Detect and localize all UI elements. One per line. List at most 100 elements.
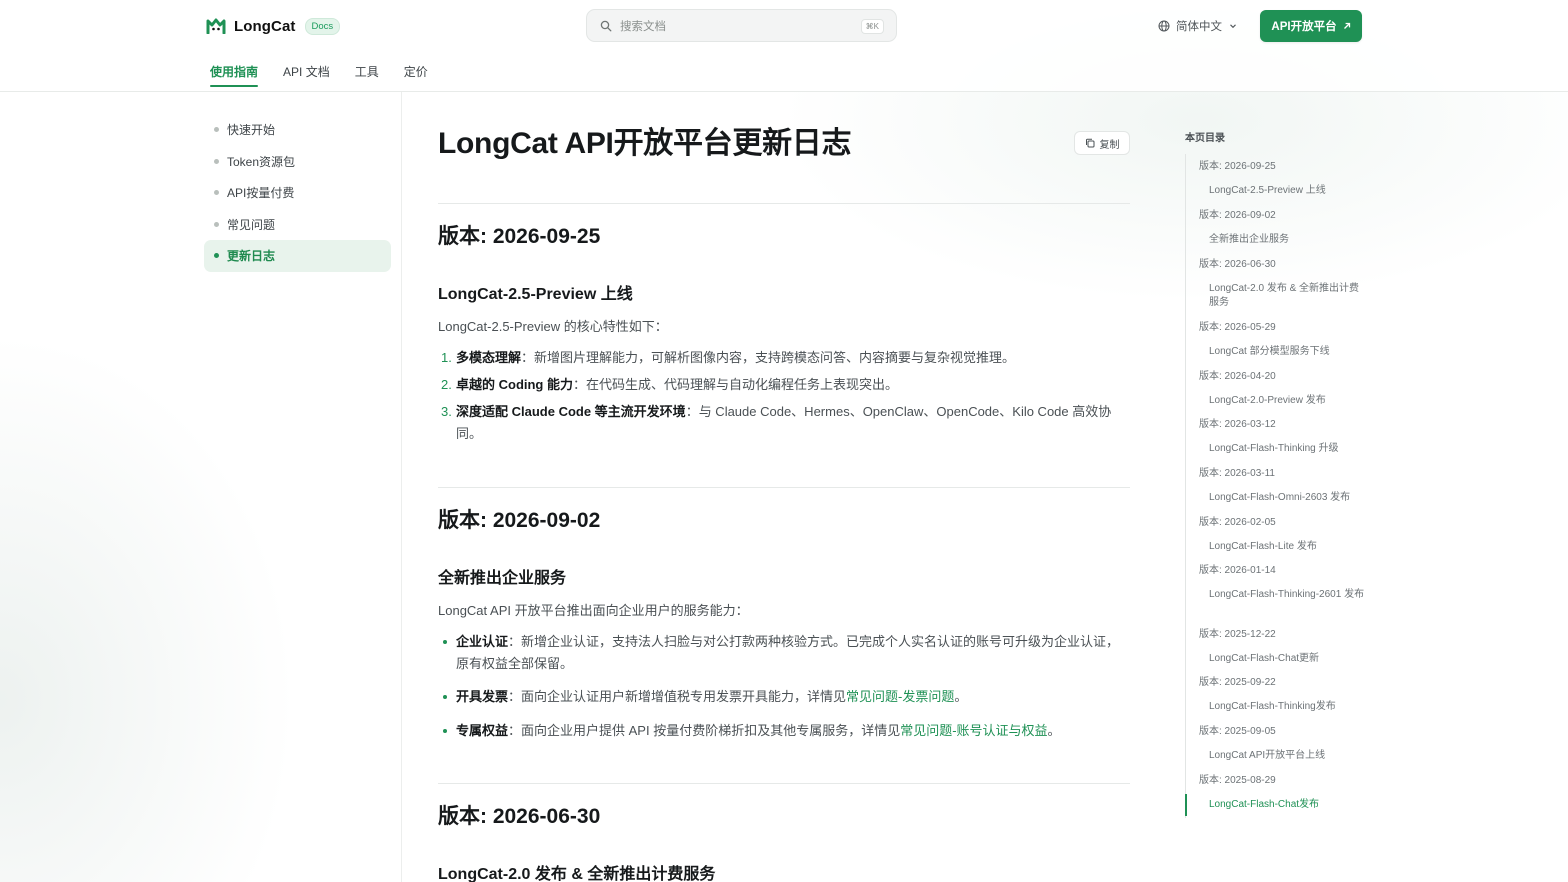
- search-shortcut: ⌘K: [860, 19, 884, 34]
- toc-title: 本页目录: [1185, 133, 1225, 144]
- release-heading: LongCat-2.5-Preview 上线: [438, 286, 633, 303]
- feature-desc: ：面向企业认证用户新增增值税专用发票开具能力，详情见: [508, 689, 847, 704]
- page-title: LongCat API开放平台更新日志: [438, 127, 852, 160]
- api-platform-label: API开放平台: [1271, 21, 1337, 33]
- sidebar-item-token-pack[interactable]: Token资源包: [204, 146, 391, 178]
- feature-name: 卓越的 Coding 能力: [456, 377, 573, 392]
- chevron-down-icon: [1230, 24, 1236, 29]
- toc-item-release[interactable]: LongCat-Flash-Thinking 升级: [1209, 442, 1366, 456]
- search-placeholder: 搜索文档: [620, 20, 666, 33]
- bullet-dot: [443, 640, 447, 644]
- feature-desc: ：新增企业认证，支持法人扫脸与对公打款两种核验方式。已完成个人实名认证的账号可升…: [456, 634, 1120, 671]
- sidebar-item-label: API按量付费: [227, 186, 295, 201]
- toc-item-version[interactable]: 版本: 2026-05-29: [1199, 321, 1366, 335]
- tab-pricing[interactable]: 定价: [404, 63, 428, 87]
- toc-item-release[interactable]: LongCat 部分模型服务下线: [1209, 345, 1366, 359]
- divider: [438, 487, 1130, 488]
- sidebar-item-quick-start[interactable]: 快速开始: [204, 114, 391, 146]
- divider: [438, 203, 1130, 204]
- logo-text: LongCat: [234, 17, 296, 35]
- faq-account-link[interactable]: 常见问题-账号认证与权益: [900, 723, 1047, 738]
- toc-item-version[interactable]: 版本: 2026-04-20: [1199, 370, 1366, 384]
- toc-item-release[interactable]: LongCat-2.5-Preview 上线: [1209, 184, 1366, 198]
- sidebar-item-label: Token资源包: [227, 154, 296, 169]
- feature-desc: ：面向企业用户提供 API 按量付费阶梯折扣及其他专属服务，详情见: [508, 723, 901, 738]
- left-sidebar: 快速开始 Token资源包 API按量付费 常见问题 更新日志: [204, 114, 391, 272]
- sentence-end: 。: [1047, 723, 1061, 738]
- sidebar-divider: [401, 92, 402, 882]
- toc-item-release[interactable]: LongCat-2.0-Preview 发布: [1209, 394, 1366, 408]
- toc-item-release[interactable]: 全新推出企业服务: [1209, 233, 1366, 247]
- table-of-contents: 版本: 2026-09-25 LongCat-2.5-Preview 上线版本: …: [1185, 154, 1365, 818]
- toc-item-version[interactable]: 版本: 2025-09-22: [1199, 676, 1366, 690]
- version-heading: 版本: 2026-06-30: [438, 805, 601, 828]
- release-intro: LongCat API 开放平台推出面向企业用户的服务能力：: [438, 603, 749, 618]
- toc-item-version[interactable]: 版本: 2025-08-29: [1199, 774, 1366, 788]
- toc-item-release[interactable]: LongCat-Flash-Chat发布: [1209, 798, 1366, 812]
- bullet-dot: [214, 127, 219, 133]
- language-label: 简体中文: [1176, 21, 1222, 33]
- feature-name: 多模态理解: [456, 350, 522, 365]
- toc-item-version[interactable]: 版本: 2026-03-12: [1199, 418, 1366, 432]
- api-platform-button[interactable]: API开放平台: [1260, 10, 1362, 42]
- sidebar-item-label: 更新日志: [227, 249, 276, 264]
- search-icon: [600, 20, 612, 31]
- feature-name: 专属权益: [456, 723, 509, 738]
- toc-item-release[interactable]: LongCat-2.0 发布 & 全新推出计费服务: [1209, 282, 1366, 310]
- logo[interactable]: LongCat Docs: [206, 16, 341, 36]
- toc-item-version[interactable]: 版本: 2026-03-11: [1199, 467, 1366, 481]
- toc-item-version[interactable]: 版本: 2026-09-25: [1199, 160, 1366, 174]
- toc-item-version[interactable]: 版本: 2026-06-30: [1199, 258, 1366, 272]
- copy-icon: [1085, 138, 1094, 148]
- sidebar-item-pay-as-you-go[interactable]: API按量付费: [204, 177, 391, 209]
- sidebar-item-label: 快速开始: [227, 123, 276, 138]
- tab-guide[interactable]: 使用指南: [210, 63, 259, 87]
- release-intro: LongCat-2.5-Preview 的核心特性如下：: [438, 319, 668, 334]
- bullet-dot: [443, 729, 447, 733]
- search-input[interactable]: 搜索文档 ⌘K: [586, 9, 897, 42]
- list-item: 企业认证：新增企业认证，支持法人扫脸与对公打款两种核验方式。已完成个人实名认证的…: [438, 631, 1130, 675]
- list-item: 2. 卓越的 Coding 能力：在代码生成、代码理解与自动化编程任务上表现突出…: [438, 374, 1130, 396]
- list-number: 3.: [441, 404, 452, 419]
- top-header: LongCat Docs 搜索文档 ⌘K 简体中文 API开放平台 使用指南 A…: [0, 0, 1568, 92]
- faq-invoice-link[interactable]: 常见问题-发票问题: [846, 689, 954, 704]
- list-number: 2.: [441, 377, 452, 392]
- copy-label: 复制: [1099, 139, 1120, 151]
- bullet-dot: [214, 221, 219, 227]
- longcat-logo-icon: [206, 18, 226, 34]
- toc-item-version[interactable]: 版本: 2026-01-14: [1199, 564, 1366, 578]
- version-heading: 版本: 2026-09-25: [438, 225, 601, 248]
- sidebar-item-faq[interactable]: 常见问题: [204, 209, 391, 241]
- toc-item-release[interactable]: LongCat-Flash-Thinking发布: [1209, 700, 1366, 714]
- sidebar-item-changelog[interactable]: 更新日志: [204, 240, 391, 272]
- toc-item-release[interactable]: LongCat-Flash-Omni-2603 发布: [1209, 491, 1366, 505]
- bullet-dot: [214, 190, 219, 196]
- list-item: 专属权益：面向企业用户提供 API 按量付费阶梯折扣及其他专属服务，详情见常见问…: [438, 720, 1130, 742]
- language-selector[interactable]: 简体中文: [1158, 18, 1237, 34]
- feature-name: 开具发票: [456, 689, 509, 704]
- feature-name: 深度适配 Claude Code 等主流开发环境: [456, 404, 686, 419]
- release-heading: 全新推出企业服务: [438, 570, 567, 587]
- copy-button[interactable]: 复制: [1074, 131, 1130, 155]
- external-link-icon: [1343, 22, 1350, 29]
- list-number: 1.: [441, 350, 452, 365]
- top-tabs: 使用指南 API 文档 工具 定价: [210, 63, 453, 87]
- toc-item-version[interactable]: 版本: 2026-09-02: [1199, 209, 1366, 223]
- sentence-end: 。: [954, 689, 968, 704]
- toc-item-version[interactable]: 版本: 2026-02-05: [1199, 516, 1366, 530]
- list-item: 开具发票：面向企业认证用户新增增值税专用发票开具能力，详情见常见问题-发票问题。: [438, 686, 1130, 708]
- tab-api-docs[interactable]: API 文档: [283, 63, 330, 87]
- toc-item-version[interactable]: 版本: 2025-12-22: [1199, 628, 1366, 642]
- toc-item-release[interactable]: LongCat-Flash-Chat更新: [1209, 652, 1366, 666]
- list-item: 3. 深度适配 Claude Code 等主流开发环境：与 Claude Cod…: [438, 401, 1130, 445]
- divider: [438, 783, 1130, 784]
- tab-tools[interactable]: 工具: [355, 63, 379, 87]
- docs-badge: Docs: [304, 17, 341, 35]
- sidebar-item-label: 常见问题: [227, 217, 276, 232]
- toc-item-release[interactable]: LongCat-Flash-Thinking-2601 发布: [1209, 588, 1366, 602]
- toc-item-version[interactable]: 版本: 2025-09-05: [1199, 725, 1366, 739]
- toc-item-release[interactable]: LongCat API开放平台上线: [1209, 749, 1366, 763]
- toc-item-release[interactable]: LongCat-Flash-Lite 发布: [1209, 540, 1366, 554]
- release-heading: LongCat-2.0 发布 & 全新推出计费服务: [438, 866, 716, 882]
- feature-desc: ：在代码生成、代码理解与自动化编程任务上表现突出。: [573, 377, 899, 392]
